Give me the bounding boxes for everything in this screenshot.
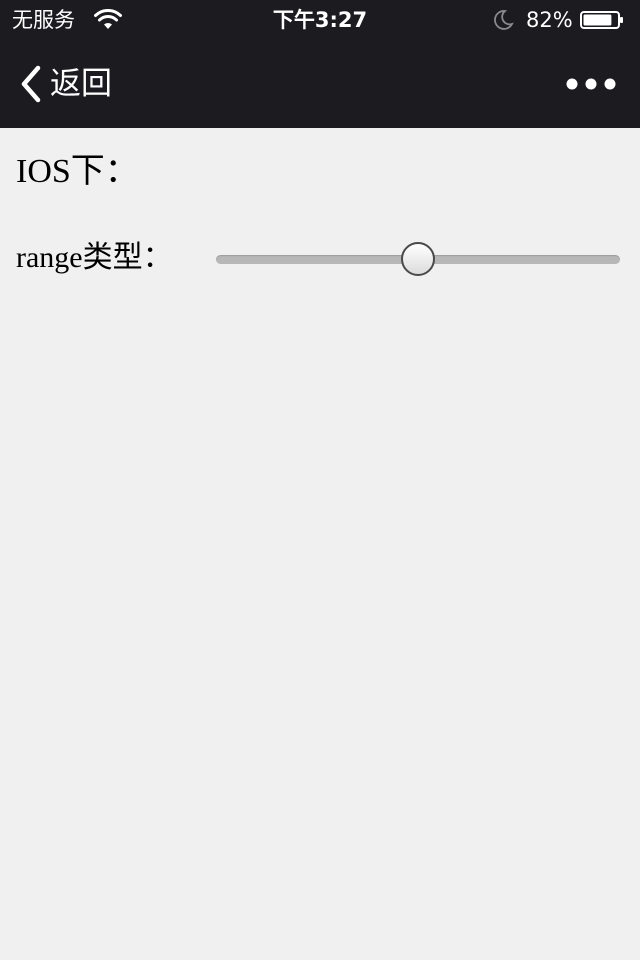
navigation-bar: 返回 [0, 40, 640, 128]
section-title: IOS下： [16, 153, 139, 190]
more-dots-icon[interactable] [564, 70, 618, 98]
page-content: IOS下： range类型： [0, 128, 640, 960]
status-bar: 无服务 下午3:27 82% [0, 0, 640, 40]
range-label: range类型： [16, 241, 173, 274]
range-thumb[interactable] [401, 242, 435, 276]
range-slider[interactable] [216, 242, 620, 278]
back-button[interactable]: 返回 [18, 64, 112, 104]
back-label: 返回 [50, 66, 112, 102]
battery-icon [580, 11, 623, 29]
chevron-left-icon [21, 65, 41, 103]
moon-icon [494, 10, 514, 30]
battery-percent: 82% [526, 8, 573, 32]
